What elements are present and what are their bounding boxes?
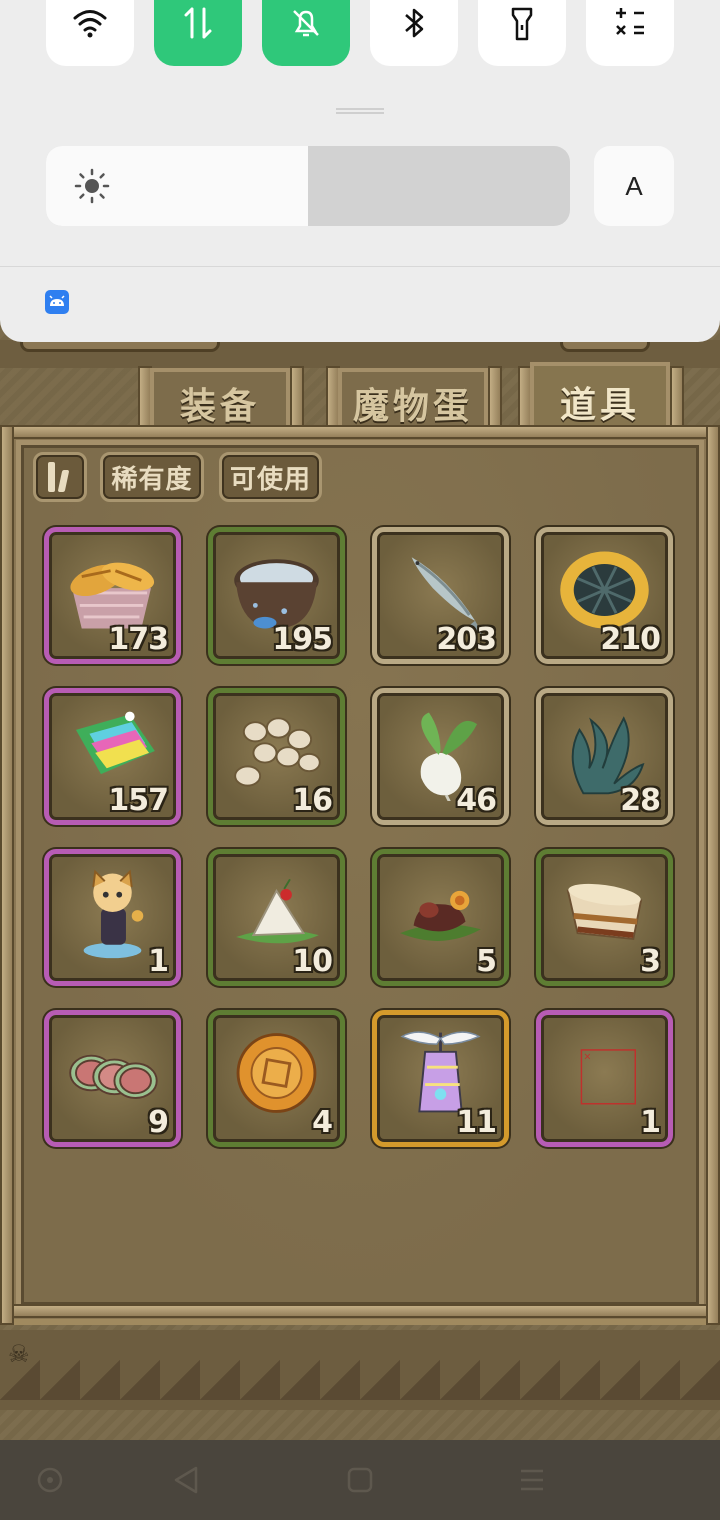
quick-settings-panel: A: [0, 0, 720, 342]
back-triangle-icon: [174, 1466, 198, 1494]
flashlight-tile[interactable]: [478, 0, 566, 66]
bell-off-icon: [293, 10, 319, 37]
inventory-item[interactable]: 157: [44, 688, 181, 825]
recents-button[interactable]: [462, 1440, 602, 1520]
silent-tile[interactable]: [262, 0, 350, 66]
tab-monster-eggs-label: 魔物蛋: [352, 385, 473, 427]
item-count: 3: [640, 944, 661, 979]
bluetooth-tile[interactable]: [370, 0, 458, 66]
skull-icon: ☠: [8, 1340, 30, 1368]
item-count: 11: [456, 1105, 497, 1140]
auto-brightness-label: A: [625, 170, 643, 201]
item-count: 28: [620, 783, 661, 818]
rarity-filter-label: 稀有度: [111, 464, 193, 495]
inventory-item[interactable]: 203: [372, 527, 509, 664]
inventory-item[interactable]: 195: [208, 527, 345, 664]
item-count: 173: [108, 622, 169, 657]
item-count: 5: [476, 944, 497, 979]
rarity-filter-button[interactable]: 稀有度: [100, 452, 204, 502]
android-robot-icon[interactable]: [45, 290, 69, 314]
mobile-data-tile[interactable]: [154, 0, 242, 66]
home-button[interactable]: [290, 1440, 430, 1520]
item-count: 9: [148, 1105, 169, 1140]
sort-toggle-button[interactable]: [33, 452, 87, 502]
data-transfer-icon: [184, 7, 212, 39]
inventory-item[interactable]: 210: [536, 527, 673, 664]
auto-brightness-button[interactable]: A: [594, 146, 674, 226]
inventory-item[interactable]: 173: [44, 527, 181, 664]
inventory-item[interactable]: 9: [44, 1010, 181, 1147]
back-button[interactable]: [116, 1440, 256, 1520]
inventory-item[interactable]: 4: [208, 1010, 345, 1147]
inventory-item[interactable]: 3: [536, 849, 673, 986]
item-count: 157: [108, 783, 169, 818]
menu-lines-icon: [521, 1469, 543, 1491]
item-count: 210: [600, 622, 661, 657]
item-count: 46: [456, 783, 497, 818]
navigation-bar: [0, 1440, 720, 1520]
assist-button[interactable]: [0, 1440, 120, 1520]
brightness-slider[interactable]: [46, 146, 570, 226]
item-grid: 173 195 203 210 157 16 46 28 1 10 5 3 9 4 11 × 1: [44, 527, 673, 1147]
tab-equipment-label: 装备: [179, 385, 260, 427]
item-count: 4: [312, 1105, 333, 1140]
inventory-item[interactable]: 28: [536, 688, 673, 825]
inventory-item[interactable]: 11: [372, 1010, 509, 1147]
bluetooth-icon: [405, 8, 424, 38]
circle-dot-icon: [37, 1467, 63, 1493]
calculator-icon: [616, 8, 644, 35]
wifi-tile[interactable]: [46, 0, 134, 66]
panel-drag-handle[interactable]: [336, 108, 384, 114]
inventory-item[interactable]: 5: [372, 849, 509, 986]
flashlight-icon: [511, 7, 533, 41]
svg-text:×: ×: [583, 1052, 591, 1063]
sort-toggle-icon: [46, 462, 74, 492]
home-square-icon: [347, 1467, 373, 1493]
inventory-item[interactable]: 16: [208, 688, 345, 825]
panel-divider: [0, 266, 720, 267]
inventory-item[interactable]: 10: [208, 849, 345, 986]
item-count: 1: [148, 944, 169, 979]
tab-items-label: 道具: [559, 384, 640, 426]
inventory-item[interactable]: × 1: [536, 1010, 673, 1147]
inventory-item[interactable]: 46: [372, 688, 509, 825]
item-count: 16: [292, 783, 333, 818]
sun-icon: [74, 168, 110, 204]
usable-filter-label: 可使用: [229, 464, 311, 495]
calculator-tile[interactable]: [586, 0, 674, 66]
item-count: 1: [640, 1105, 661, 1140]
bottom-decor: [0, 1330, 720, 1410]
inventory-item[interactable]: 1: [44, 849, 181, 986]
item-count: 203: [436, 622, 497, 657]
item-count: 10: [292, 944, 333, 979]
item-count: 195: [272, 622, 333, 657]
usable-filter-button[interactable]: 可使用: [219, 452, 322, 502]
wifi-icon: [73, 10, 107, 38]
